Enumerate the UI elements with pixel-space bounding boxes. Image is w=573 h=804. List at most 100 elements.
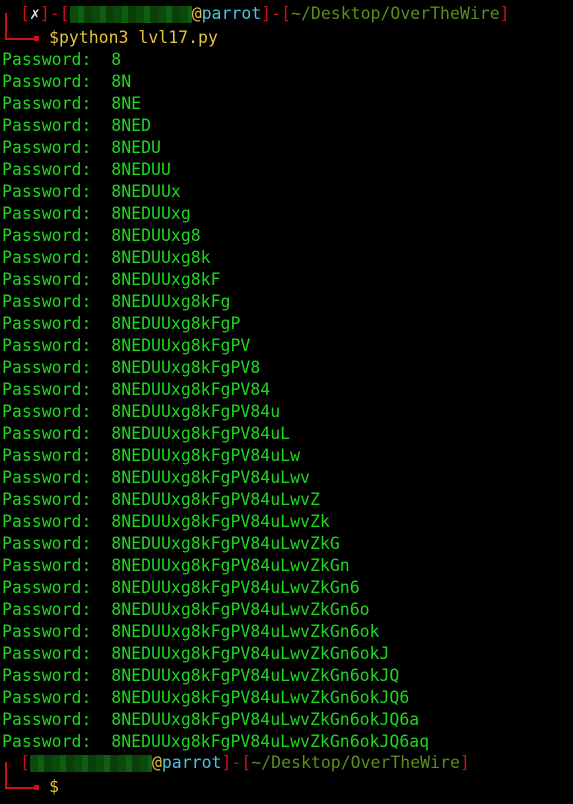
output-label: Password: xyxy=(2,116,92,135)
output-line: Password: 8NEDU xyxy=(2,137,161,159)
password-value: 8NEDUUxg xyxy=(111,204,191,223)
output-label: Password: xyxy=(2,94,92,113)
output-line: Password: 8NED xyxy=(2,115,151,137)
prompt-dollar: $ xyxy=(49,28,59,47)
output-label: Password: xyxy=(2,666,92,685)
password-value: 8NEDUUxg8kFgPV8 xyxy=(111,358,261,377)
output-label: Password: xyxy=(2,644,92,663)
password-value: 8NEDUUxg8kFgPV84uLwvZkGn6okJQ xyxy=(111,666,400,685)
command-line: $python3 lvl17.py xyxy=(49,27,218,49)
password-value: 8NEDUUxg8kFgPV84uLwvZk xyxy=(111,512,330,531)
output-label: Password: xyxy=(2,534,92,553)
prompt-dollar: $ xyxy=(49,777,59,796)
output-label: Password: xyxy=(2,402,92,421)
output-label: Password: xyxy=(2,512,92,531)
password-value: 8NEDUUxg8kF xyxy=(111,270,221,289)
password-value: 8NED xyxy=(111,116,152,135)
output-label: Password: xyxy=(2,468,92,487)
password-value: 8NEDUUxg8kFgPV84uLwvZkGn6okJQ6 xyxy=(111,688,410,707)
password-value: 8NEDUUxg8kFgPV84uLwvZkGn xyxy=(111,556,350,575)
password-value: 8NEDUUxg8kFgPV84uLwvZkG xyxy=(111,534,340,553)
output-line: Password: 8NEDUU xyxy=(2,159,171,181)
prompt-line-bottom: [@parrot]-[~/Desktop/OverTheWire] xyxy=(20,753,470,772)
password-value: 8NEDUUxg8kFgPV84uLwvZkGn6ok xyxy=(111,622,380,641)
output-label: Password: xyxy=(2,72,92,91)
cwd-path: ~/Desktop/OverTheWire xyxy=(251,753,460,772)
output-line: Password: 8NEDUUx xyxy=(2,181,181,203)
output-label: Password: xyxy=(2,556,92,575)
password-value: 8NEDUUxg8kFgPV84uLwvZkGn6o xyxy=(111,600,370,619)
output-line: Password: 8NEDUUxg8kFgPV84uLwvZkGn6okJ xyxy=(2,643,389,665)
hostname: parrot xyxy=(161,753,222,772)
at-sign: @ xyxy=(151,753,162,772)
input-line[interactable]: $ xyxy=(49,776,59,798)
output-label: Password: xyxy=(2,292,92,311)
output-line: Password: 8NEDUUxg8kFgPV84uLwvZkGn6okJQ6… xyxy=(2,731,429,753)
output-line: Password: 8NEDUUxg8 xyxy=(2,225,201,247)
password-value: 8NEDUUxg8kFgPV84uLwvZ xyxy=(111,490,320,509)
output-line: Password: 8NEDUUxg8kFgPV84uLwvZkG xyxy=(2,533,340,555)
output-line: Password: 8NEDUUxg8k xyxy=(2,247,211,269)
output-line: Password: 8NEDUUxg8kFgPV84uLwvZkGn6okJQ xyxy=(2,665,399,687)
password-value: 8NEDUUxg8 xyxy=(111,226,201,245)
output-label: Password: xyxy=(2,248,92,267)
prompt-line-top: [✗]-[@parrot]-[~/Desktop/OverTheWire] xyxy=(20,4,510,23)
output-line: Password: 8NEDUUxg8kFgPV84uLwvZ xyxy=(2,489,320,511)
password-value: 8NEDUUxg8kFgPV84uLwv xyxy=(111,468,310,487)
output-label: Password: xyxy=(2,424,92,443)
output-line: Password: 8NEDUUxg8kFgPV84uLwvZkGn6okJQ6… xyxy=(2,709,419,731)
cwd-path: ~/Desktop/OverTheWire xyxy=(291,4,500,23)
command-text: python3 lvl17.py xyxy=(58,28,218,47)
output-label: Password: xyxy=(2,710,92,729)
status-x: ✗ xyxy=(29,4,40,23)
output-line: Password: 8NE xyxy=(2,93,141,115)
output-line: Password: 8N xyxy=(2,71,131,93)
password-value: 8NEDUUxg8kFgPV84uLwvZkGn6okJ xyxy=(111,644,390,663)
output-label: Password: xyxy=(2,688,92,707)
password-value: 8NEDUUxg8k xyxy=(111,248,211,267)
output-label: Password: xyxy=(2,226,92,245)
redacted-username xyxy=(69,6,192,23)
output-label: Password: xyxy=(2,578,92,597)
output-label: Password: xyxy=(2,732,92,751)
output-line: Password: 8NEDUUxg8kFgPV xyxy=(2,335,250,357)
password-value: 8NEDUUxg8kFg xyxy=(111,292,231,311)
prompt-connector-dot-bottom xyxy=(34,785,39,790)
password-value: 8NEDUUxg8kFgPV84uLw xyxy=(111,446,301,465)
prompt-connector-dot xyxy=(34,36,39,41)
output-label: Password: xyxy=(2,336,92,355)
output-label: Password: xyxy=(2,204,92,223)
output-line: Password: 8NEDUUxg8kFgPV84 xyxy=(2,379,270,401)
output-label: Password: xyxy=(2,182,92,201)
output-line: Password: 8NEDUUxg8kFgP xyxy=(2,313,240,335)
output-label: Password: xyxy=(2,270,92,289)
output-label: Password: xyxy=(2,314,92,333)
output-line: Password: 8NEDUUxg8kFgPV84u xyxy=(2,401,280,423)
output-label: Password: xyxy=(2,446,92,465)
output-label: Password: xyxy=(2,358,92,377)
output-line: Password: 8NEDUUxg8kFgPV84uLwvZkGn6okJQ6 xyxy=(2,687,409,709)
output-line: Password: 8NEDUUxg8kFgPV84uLwvZkGn xyxy=(2,555,350,577)
password-value: 8NEDUUxg8kFgPV xyxy=(111,336,251,355)
output-label: Password: xyxy=(2,138,92,157)
output-line: Password: 8NEDUUxg8kFg xyxy=(2,291,231,313)
password-value: 8NEDUU xyxy=(111,160,171,179)
hostname: parrot xyxy=(201,4,262,23)
password-value: 8NEDUUxg8kFgP xyxy=(111,314,241,333)
output-line: Password: 8NEDUUxg8kFgPV84uLwv xyxy=(2,467,310,489)
output-line: Password: 8NEDUUxg8kFgPV84uLwvZkGn6o xyxy=(2,599,370,621)
output-line: Password: 8NEDUUxg8kFgPV84uLwvZkGn6ok xyxy=(2,621,380,643)
output-line: Password: 8NEDUUxg8kFgPV84uLwvZkGn6 xyxy=(2,577,360,599)
output-label: Password: xyxy=(2,50,92,69)
output-label: Password: xyxy=(2,600,92,619)
output-label: Password: xyxy=(2,380,92,399)
password-value: 8NE xyxy=(111,94,142,113)
redacted-username xyxy=(29,755,152,772)
password-value: 8NEDUUxg8kFgPV84uLwvZkGn6 xyxy=(111,578,360,597)
output-line: Password: 8NEDUUxg8kF xyxy=(2,269,221,291)
output-line: Password: 8NEDUUxg8kFgPV84uLw xyxy=(2,445,300,467)
output-label: Password: xyxy=(2,622,92,641)
output-line: Password: 8NEDUUxg8kFgPV84uLwvZk xyxy=(2,511,330,533)
password-value: 8NEDUUxg8kFgPV84uLwvZkGn6okJQ6a xyxy=(111,710,420,729)
password-value: 8NEDUUxg8kFgPV84uL xyxy=(111,424,291,443)
